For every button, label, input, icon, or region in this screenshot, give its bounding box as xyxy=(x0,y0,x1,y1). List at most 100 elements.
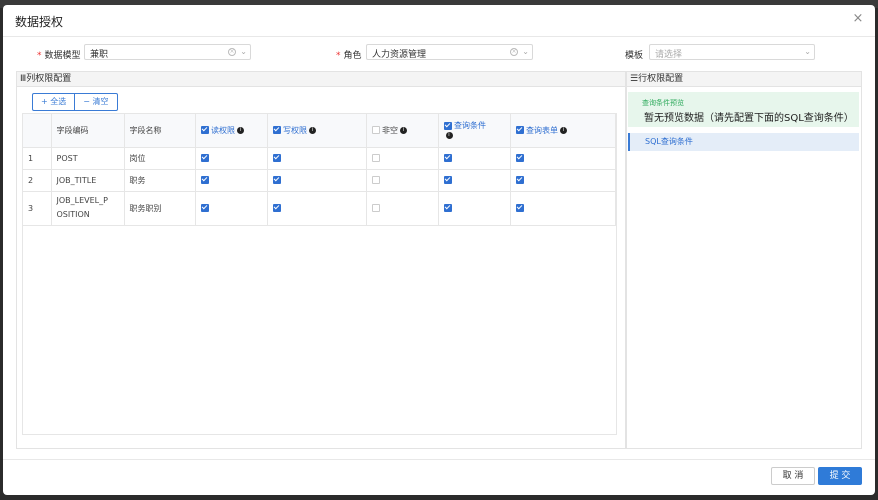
form-checkbox[interactable] xyxy=(515,204,524,212)
column-actions: + 全选 − 清空 xyxy=(32,93,118,111)
row-permission-panel: ☰行权限配置 查询条件预览 暂无预览数据（请先配置下面的SQL查询条件） SQL… xyxy=(626,71,862,449)
query-preview: 查询条件预览 暂无预览数据（请先配置下面的SQL查询条件） xyxy=(628,92,859,127)
template-placeholder: 请选择 xyxy=(655,50,683,60)
data-model-value: 兼职 xyxy=(90,50,109,60)
header-read-label: 读权限 xyxy=(211,125,236,135)
info-icon: i xyxy=(560,126,568,134)
read-checkbox[interactable] xyxy=(200,204,209,212)
table-row: 3 JOB_LEVEL_P OSITION 职务职别 xyxy=(23,191,616,226)
clear-button[interactable]: − 清空 xyxy=(75,93,118,111)
column-permission-table: 字段编码 字段名称 读权限 i 写权限 i 非空 i 查询条件 i 查询表单 i… xyxy=(22,113,617,435)
footer-divider xyxy=(3,459,875,460)
header-write-label: 写权限 xyxy=(283,125,308,135)
query-checkbox[interactable] xyxy=(443,204,452,212)
header-write: 写权限 i xyxy=(267,114,367,148)
template-label: 模板 xyxy=(625,48,643,61)
form-cell xyxy=(510,169,616,192)
required-mark: * xyxy=(37,51,42,61)
form-cell xyxy=(510,147,616,170)
form-all-checkbox[interactable] xyxy=(515,126,524,135)
form-cell xyxy=(510,191,616,226)
query-all-checkbox[interactable] xyxy=(443,121,452,130)
query-checkbox[interactable] xyxy=(443,154,452,162)
info-icon: i xyxy=(445,132,453,140)
data-authorization-dialog: 数据授权 × * 数据模型 兼职 × ⌄ * 角色 人力资源管理 × ⌄ 模板 请选… xyxy=(3,5,875,495)
field-name: 职务 xyxy=(124,169,196,192)
field-code: JOB_LEVEL_P OSITION xyxy=(51,191,125,226)
read-all-checkbox[interactable] xyxy=(200,126,209,135)
row-index: 1 xyxy=(23,147,52,170)
read-checkbox[interactable] xyxy=(200,176,209,184)
cancel-button[interactable]: 取 消 xyxy=(771,467,815,485)
dialog-title: 数据授权 xyxy=(15,15,64,29)
write-checkbox[interactable] xyxy=(272,176,281,184)
model-label: * 数据模型 xyxy=(37,48,81,61)
close-icon[interactable]: × xyxy=(851,12,865,26)
write-all-checkbox[interactable] xyxy=(272,126,281,135)
form-checkbox[interactable] xyxy=(515,176,524,184)
role-value: 人力资源管理 xyxy=(372,50,427,60)
chevron-down-icon: ⌄ xyxy=(240,47,247,56)
clear-icon[interactable]: × xyxy=(228,48,236,56)
header-read: 读权限 i xyxy=(195,114,268,148)
field-code: POST xyxy=(51,147,125,170)
header-nonnull-label: 非空 xyxy=(382,125,399,135)
nonnull-cell xyxy=(366,191,439,226)
nonnull-checkbox[interactable] xyxy=(371,154,380,162)
nonnull-checkbox[interactable] xyxy=(371,204,380,212)
role-select[interactable]: 人力资源管理 × ⌄ xyxy=(366,44,533,60)
form-checkbox[interactable] xyxy=(515,154,524,162)
header-query: 查询条件 i xyxy=(438,114,511,148)
header-index xyxy=(23,114,52,148)
header-form-label: 查询表单 xyxy=(526,125,559,135)
template-select[interactable]: 请选择 ⌄ xyxy=(649,44,815,60)
field-name: 职务职别 xyxy=(124,191,196,226)
chevron-down-icon: ⌄ xyxy=(522,47,529,56)
write-checkbox[interactable] xyxy=(272,154,281,162)
header-query-label: 查询条件 xyxy=(454,121,487,131)
header-form: 查询表单 i xyxy=(510,114,616,148)
write-cell xyxy=(267,169,367,192)
nonnull-cell xyxy=(366,147,439,170)
nonnull-cell xyxy=(366,169,439,192)
table-row: 2 JOB_TITLE 职务 xyxy=(23,169,616,192)
field-name: 岗位 xyxy=(124,147,196,170)
column-panel-title: Ⅲ列权限配置 xyxy=(17,72,625,87)
table-row: 1 POST 岗位 xyxy=(23,147,616,170)
preview-label: 查询条件预览 xyxy=(642,99,684,107)
read-cell xyxy=(195,191,268,226)
submit-button[interactable]: 提 交 xyxy=(818,467,862,485)
column-permission-panel: Ⅲ列权限配置 + 全选 − 清空 字段编码 字段名称 读权限 i 写权限 i 非… xyxy=(16,71,626,449)
header-nonnull: 非空 i xyxy=(366,114,439,148)
query-cell xyxy=(438,169,511,192)
sql-condition-item[interactable]: SQL查询条件 xyxy=(628,133,859,151)
role-label-text: 角色 xyxy=(343,51,362,61)
query-checkbox[interactable] xyxy=(443,176,452,184)
nonnull-checkbox[interactable] xyxy=(371,176,380,184)
read-checkbox[interactable] xyxy=(200,154,209,162)
row-index: 2 xyxy=(23,169,52,192)
read-cell xyxy=(195,147,268,170)
dialog-header: 数据授权 × xyxy=(3,5,875,37)
preview-message: 暂无预览数据（请先配置下面的SQL查询条件） xyxy=(644,113,854,124)
read-cell xyxy=(195,169,268,192)
write-cell xyxy=(267,191,367,226)
select-all-button[interactable]: + 全选 xyxy=(32,93,76,111)
write-checkbox[interactable] xyxy=(272,204,281,212)
template-label-text: 模板 xyxy=(625,51,644,61)
query-cell xyxy=(438,191,511,226)
query-cell xyxy=(438,147,511,170)
data-model-select[interactable]: 兼职 × ⌄ xyxy=(84,44,251,60)
role-label: * 角色 xyxy=(336,48,362,61)
nonnull-all-checkbox[interactable] xyxy=(371,126,380,135)
chevron-down-icon: ⌄ xyxy=(804,47,811,56)
header-field-code: 字段编码 xyxy=(51,114,125,148)
row-index: 3 xyxy=(23,191,52,226)
info-icon: i xyxy=(309,126,317,134)
write-cell xyxy=(267,147,367,170)
table-header-row: 字段编码 字段名称 读权限 i 写权限 i 非空 i 查询条件 i 查询表单 i xyxy=(23,114,616,148)
info-icon: i xyxy=(400,126,408,134)
model-label-text: 数据模型 xyxy=(44,51,81,61)
field-code: JOB_TITLE xyxy=(51,169,125,192)
clear-icon[interactable]: × xyxy=(510,48,518,56)
